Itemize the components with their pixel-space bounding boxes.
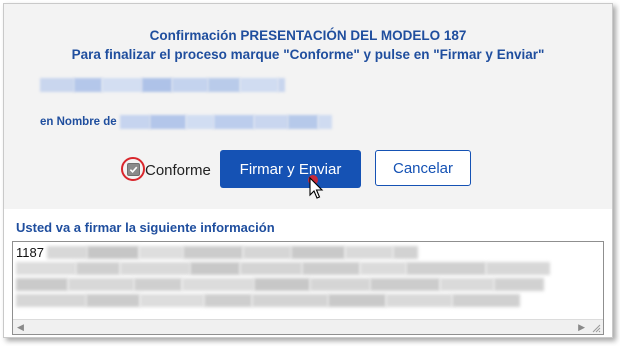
- firmar-y-enviar-button[interactable]: Firmar y Enviar: [220, 150, 361, 188]
- redacted-represented-name: [120, 115, 332, 129]
- redacted-line: [16, 294, 520, 307]
- resize-grip-icon[interactable]: [591, 323, 601, 333]
- conforme-label[interactable]: Conforme: [145, 162, 211, 179]
- conforme-checkbox[interactable]: [121, 157, 145, 181]
- en-nombre-label: en Nombre de: [40, 116, 117, 128]
- checkbox-box: [126, 162, 140, 176]
- section-title: Usted va a firmar la siguiente informaci…: [16, 220, 275, 235]
- cancelar-button[interactable]: Cancelar: [375, 150, 471, 186]
- redacted-line: [47, 246, 418, 259]
- dialog-header-area: Confirmación PRESENTACIÓN DEL MODELO 187…: [4, 4, 612, 209]
- signed-info-first-value: 1187: [16, 245, 44, 260]
- scroll-left-arrow-icon[interactable]: ◀: [17, 321, 24, 333]
- horizontal-scrollbar[interactable]: ◀ ▶: [13, 319, 603, 334]
- dialog-instructions: Para finalizar el proceso marque "Confor…: [71, 47, 545, 62]
- redacted-line: [16, 278, 544, 291]
- signed-info-textarea[interactable]: 1187 ◀ ▶: [12, 241, 604, 335]
- signature-dialog: Confirmación PRESENTACIÓN DEL MODELO 187…: [3, 3, 613, 338]
- redacted-line: [16, 262, 550, 275]
- scroll-right-arrow-icon[interactable]: ▶: [578, 321, 585, 333]
- dialog-title: Confirmación PRESENTACIÓN DEL MODELO 187: [149, 28, 467, 43]
- mouse-pointer-icon: [308, 175, 324, 199]
- redacted-declarant-name: [40, 78, 285, 92]
- checkmark-icon: [129, 166, 137, 173]
